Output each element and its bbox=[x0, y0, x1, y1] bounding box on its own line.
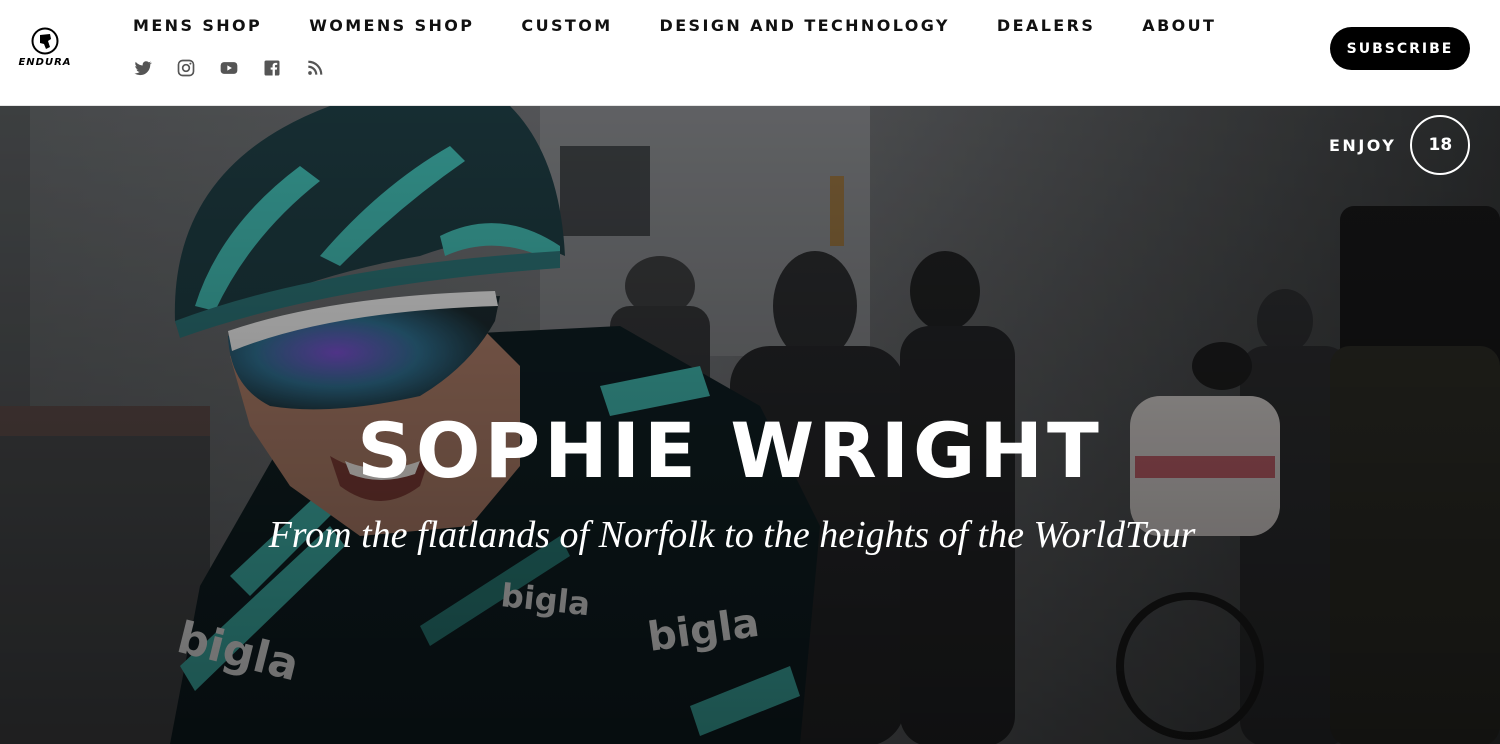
logo-wordmark: ENDURA bbox=[18, 57, 72, 68]
hero-title: SOPHIE WRIGHT bbox=[357, 406, 1103, 495]
nav-design-and-technology[interactable]: DESIGN AND TECHNOLOGY bbox=[660, 16, 950, 36]
enjoy-counter[interactable]: ENJOY 18 bbox=[1329, 115, 1471, 175]
nav-about[interactable]: ABOUT bbox=[1142, 16, 1216, 36]
enjoy-count-badge[interactable]: 18 bbox=[1410, 115, 1471, 175]
subscribe-button[interactable]: SUBSCRIBE bbox=[1330, 27, 1470, 70]
youtube-icon[interactable] bbox=[219, 58, 239, 78]
enjoy-label: ENJOY bbox=[1329, 135, 1397, 155]
endura-logo-mark-icon bbox=[31, 27, 59, 55]
nav-dealers[interactable]: DEALERS bbox=[997, 16, 1095, 36]
nav-custom[interactable]: CUSTOM bbox=[521, 16, 612, 36]
rss-icon[interactable] bbox=[305, 58, 325, 78]
hero-subtitle: From the flatlands of Norfolk to the hei… bbox=[268, 514, 1196, 556]
main-nav: MENS SHOP WOMENS SHOP CUSTOM DESIGN AND … bbox=[133, 16, 1263, 36]
instagram-icon[interactable] bbox=[176, 58, 196, 78]
site-header: ENDURA MENS SHOP WOMENS SHOP CUSTOM DESI… bbox=[0, 0, 1500, 106]
nav-mens-shop[interactable]: MENS SHOP bbox=[133, 16, 262, 36]
social-links bbox=[133, 58, 348, 78]
twitter-icon[interactable] bbox=[133, 58, 153, 78]
hero-banner: bigla bigla bigla ENJOY 18 SOPHIE WRIGHT… bbox=[0, 106, 1500, 744]
nav-womens-shop[interactable]: WOMENS SHOP bbox=[309, 16, 474, 36]
facebook-icon[interactable] bbox=[262, 58, 282, 78]
endura-logo[interactable]: ENDURA bbox=[4, 27, 86, 71]
